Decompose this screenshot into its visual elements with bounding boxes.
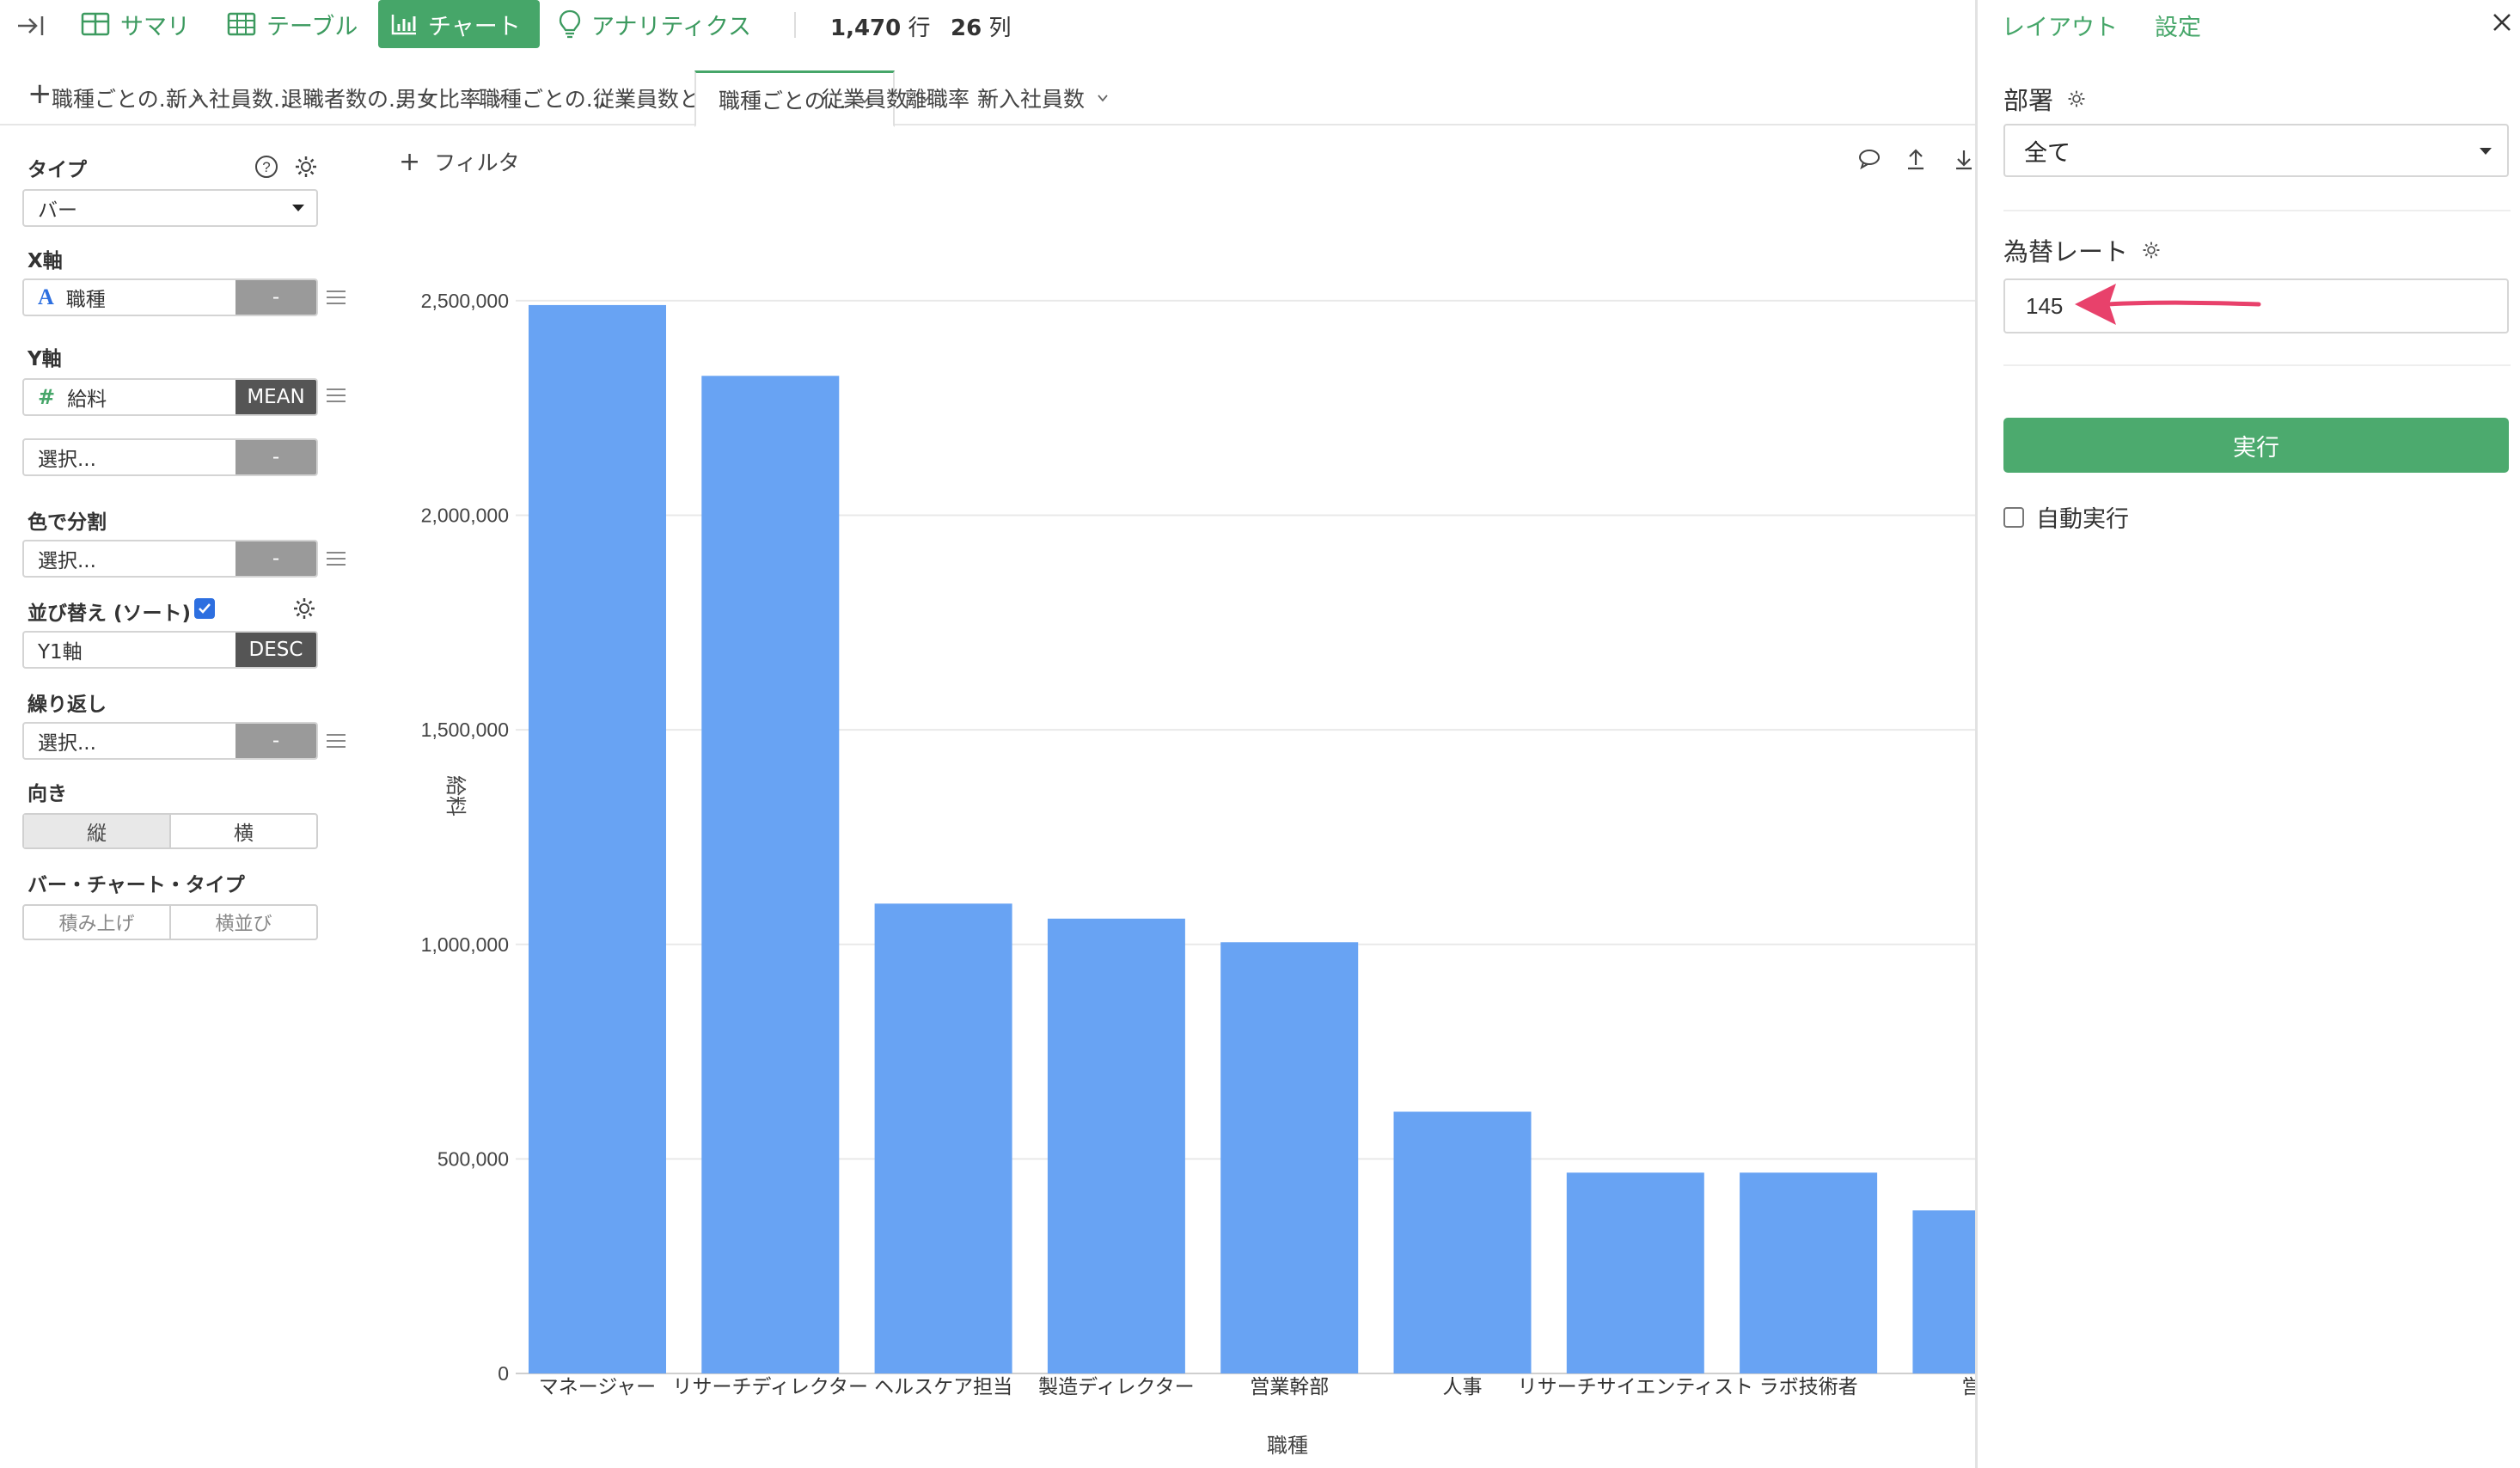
y-tick-label: 0 [498,1362,509,1385]
chart-bar[interactable] [1047,918,1185,1373]
tab-layout[interactable]: レイアウト [2002,9,2118,42]
divider [2003,364,2511,366]
close-icon[interactable] [2490,10,2514,34]
gear-icon[interactable] [2142,241,2161,260]
y-tick-label: 1,000,000 [421,933,509,956]
y-tick-label: 1,500,000 [421,719,509,741]
divider [2003,210,2511,211]
x-tick-label: ヘルスケア担当 [874,1376,1012,1398]
chart-bar[interactable] [1912,1210,1975,1373]
x-tick-label: 営業幹部 [1250,1376,1329,1398]
x-tick-label: 営業 [1961,1376,1975,1398]
auto-run-label: 自動実行 [2036,506,2129,533]
x-tick-label: リサーチサイエンティスト [1518,1376,1753,1398]
y-tick-label: 2,500,000 [421,290,509,312]
chart-bar[interactable] [874,903,1012,1373]
chart-bar[interactable] [1220,942,1359,1373]
auto-run-checkbox[interactable] [2003,506,2024,528]
department-param: 部署 [2003,81,2086,117]
y-axis-title: 給料 [443,775,468,817]
y-tick-label: 2,000,000 [421,505,509,527]
department-select[interactable]: 全て [2003,124,2509,177]
x-tick-label: 製造ディレクター [1038,1376,1194,1398]
x-axis-title: 職種 [1267,1434,1308,1458]
bar-chart: 0 500,000 1,000,000 1,500,000 2,000,000 2,500… [421,290,1975,1458]
chart-bar[interactable] [701,376,840,1373]
gear-icon[interactable] [2067,89,2086,108]
y-tick-label: 500,000 [437,1147,509,1170]
chart-bar[interactable] [1393,1111,1532,1373]
tab-settings[interactable]: 設定 [2155,9,2201,42]
chart-bar[interactable] [1566,1172,1704,1373]
annotation-arrow-icon [2075,284,2261,325]
dropdown-caret-icon [2480,148,2492,155]
chart-bar[interactable] [1740,1172,1878,1373]
chart-bar[interactable] [529,304,666,1373]
department-label: 部署 [2003,86,2054,115]
run-button[interactable]: 実行 [2003,418,2509,473]
x-tick-label: 人事 [1443,1376,1483,1398]
x-tick-label: マネージャー [539,1376,656,1398]
department-value: 全て [2024,139,2070,167]
auto-run-option[interactable]: 自動実行 [2003,500,2129,534]
x-tick-label: ラボ技術者 [1759,1376,1858,1398]
parameter-panel: レイアウト 設定 部署 全て 為替レート 実行 自動実行 [1975,0,2520,1468]
exchange-rate-param: 為替レート [2003,232,2161,268]
exchange-rate-label: 為替レート [2003,237,2129,266]
x-tick-label: リサーチディレクター [673,1376,868,1398]
